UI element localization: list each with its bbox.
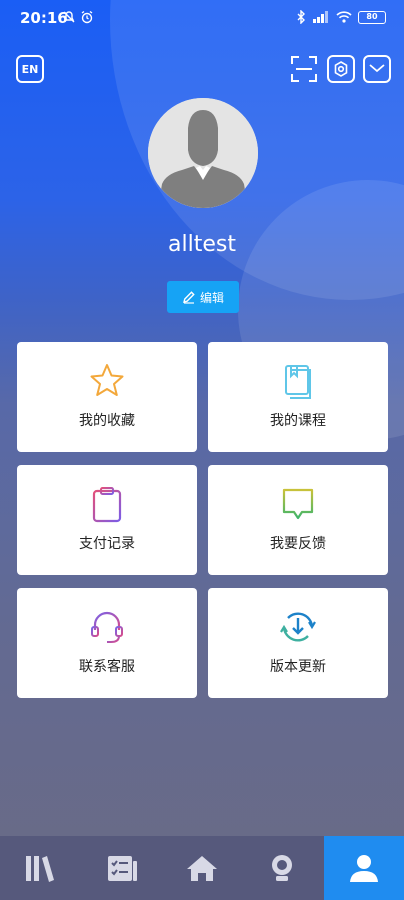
tab-discover[interactable] — [242, 836, 322, 900]
customer-service-card[interactable]: 联系客服 — [17, 588, 197, 698]
my-courses-card[interactable]: 我的课程 — [208, 342, 388, 452]
card-label: 版本更新 — [270, 659, 326, 675]
clipboard-icon — [92, 487, 122, 523]
signal-icon — [313, 11, 328, 23]
tab-tasks[interactable] — [82, 836, 162, 900]
library-icon — [26, 856, 54, 882]
tasks-icon — [108, 856, 137, 881]
edit-profile-button[interactable]: 编辑 — [167, 281, 239, 313]
bottom-tab-bar — [0, 836, 404, 900]
pencil-icon — [182, 291, 195, 304]
gear-icon — [334, 61, 348, 77]
status-time: 20:16 — [20, 9, 68, 27]
card-label: 我的课程 — [270, 413, 326, 429]
card-label: 联系客服 — [79, 659, 135, 675]
payment-records-card[interactable]: 支付记录 — [17, 465, 197, 575]
profile-screen: 20:16 80 EN alltest 编辑 我的收藏 我的课程 支付记录 我要… — [0, 0, 404, 900]
card-label: 我的收藏 — [79, 413, 135, 429]
tab-profile[interactable] — [324, 836, 404, 900]
edit-label: 编辑 — [199, 290, 224, 305]
bluetooth-icon — [297, 10, 305, 24]
scan-icon — [291, 56, 317, 82]
feedback-card[interactable]: 我要反馈 — [208, 465, 388, 575]
status-bar: 20:16 80 — [0, 0, 404, 38]
avatar[interactable] — [148, 98, 258, 208]
settings-button[interactable] — [327, 55, 355, 83]
book-icon — [285, 365, 311, 399]
star-icon — [90, 364, 124, 396]
notification-off-icon — [63, 11, 75, 23]
headset-icon — [91, 611, 123, 643]
tab-home[interactable] — [162, 836, 242, 900]
feedback-icon — [282, 488, 314, 520]
lightbulb-icon — [272, 855, 292, 881]
version-update-card[interactable]: 版本更新 — [208, 588, 388, 698]
alarm-icon — [81, 10, 93, 24]
scan-button[interactable] — [290, 55, 318, 83]
language-switch-button[interactable]: EN — [16, 55, 44, 83]
card-label: 我要反馈 — [270, 536, 326, 552]
battery-indicator: 80 — [358, 10, 386, 24]
profile-icon — [350, 855, 378, 882]
home-icon — [187, 856, 217, 881]
card-label: 支付记录 — [79, 536, 135, 552]
username: alltest — [168, 232, 236, 257]
default-avatar-icon — [148, 98, 258, 208]
envelope-icon — [369, 64, 385, 73]
wifi-icon — [336, 11, 352, 23]
tab-library[interactable] — [0, 836, 80, 900]
message-button[interactable] — [363, 55, 391, 83]
favorites-card[interactable]: 我的收藏 — [17, 342, 197, 452]
update-icon — [280, 612, 316, 642]
